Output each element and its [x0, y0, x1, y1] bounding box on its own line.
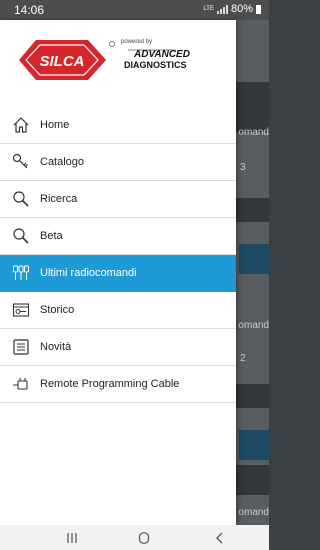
menu-item-storico[interactable]: Storico: [0, 292, 236, 329]
home-icon: [11, 115, 31, 135]
menu-item-novita[interactable]: Novità: [0, 329, 236, 366]
bg-text: omand: [238, 320, 269, 331]
home-button[interactable]: [137, 530, 151, 546]
news-icon: [11, 337, 31, 357]
menu-item-home[interactable]: Home: [0, 107, 236, 144]
navigation-drawer: SILCA powered by ADVANCED DIAGNOSTICS Ho…: [0, 20, 236, 525]
bg-block: [236, 198, 269, 222]
search-key-icon: [11, 226, 31, 246]
silca-logo: SILCA powered by ADVANCED DIAGNOSTICS: [16, 34, 222, 86]
menu-item-label: Ultimi radiocomandi: [40, 267, 137, 279]
menu-item-label: Novità: [40, 341, 72, 353]
menu-item-label: Beta: [40, 230, 63, 242]
bg-header-block: [236, 82, 269, 132]
menu-item-ultimi-radiocomandi[interactable]: Ultimi radiocomandi: [0, 255, 236, 292]
status-bar: 14:06 LTE 80%: [0, 0, 269, 20]
menu-item-label: Home: [40, 119, 70, 131]
logo-partner-line2: DIAGNOSTICS: [124, 60, 187, 70]
logo-powered-by: powered by: [121, 39, 152, 45]
bg-blue-button: [239, 430, 269, 460]
bg-text: 2: [240, 353, 246, 364]
logo-brand: SILCA: [40, 53, 85, 70]
recent-apps-button[interactable]: [64, 530, 80, 546]
keys-icon: [11, 263, 31, 283]
bg-text: omand: [238, 507, 269, 518]
menu-item-label: Remote Programming Cable: [40, 378, 180, 390]
status-icons: LTE 80%: [203, 3, 261, 15]
status-time: 14:06: [14, 3, 45, 17]
history-icon: [11, 300, 31, 320]
logo-partner-line1: ADVANCED: [133, 49, 190, 60]
menu-item-beta[interactable]: Beta: [0, 218, 236, 255]
menu-item-remote-programming-cable[interactable]: Remote Programming Cable: [0, 366, 236, 403]
menu-item-label: Ricerca: [40, 193, 78, 205]
bg-text: omand: [238, 127, 269, 138]
key-icon: [11, 152, 31, 172]
menu-item-ricerca[interactable]: Ricerca: [0, 181, 236, 218]
bg-text: 3: [240, 162, 246, 173]
signal-icon: [216, 4, 228, 14]
bg-block: [236, 384, 269, 408]
cable-icon: [11, 374, 31, 394]
search-key-icon: [11, 189, 31, 209]
menu-item-label: Storico: [40, 304, 75, 316]
system-nav-bar: [0, 525, 269, 550]
menu-item-catalogo[interactable]: Catalogo: [0, 144, 236, 181]
back-button[interactable]: [214, 530, 226, 546]
drawer-menu: Home Catalogo Ricerca Beta Ultimi radioc…: [0, 107, 236, 403]
battery-icon: [256, 4, 261, 14]
menu-item-label: Catalogo: [40, 156, 85, 168]
bg-block: [236, 465, 269, 495]
network-type-icon: LTE: [203, 6, 214, 12]
bg-blue-button: [239, 244, 269, 274]
battery-percent: 80%: [230, 3, 253, 15]
